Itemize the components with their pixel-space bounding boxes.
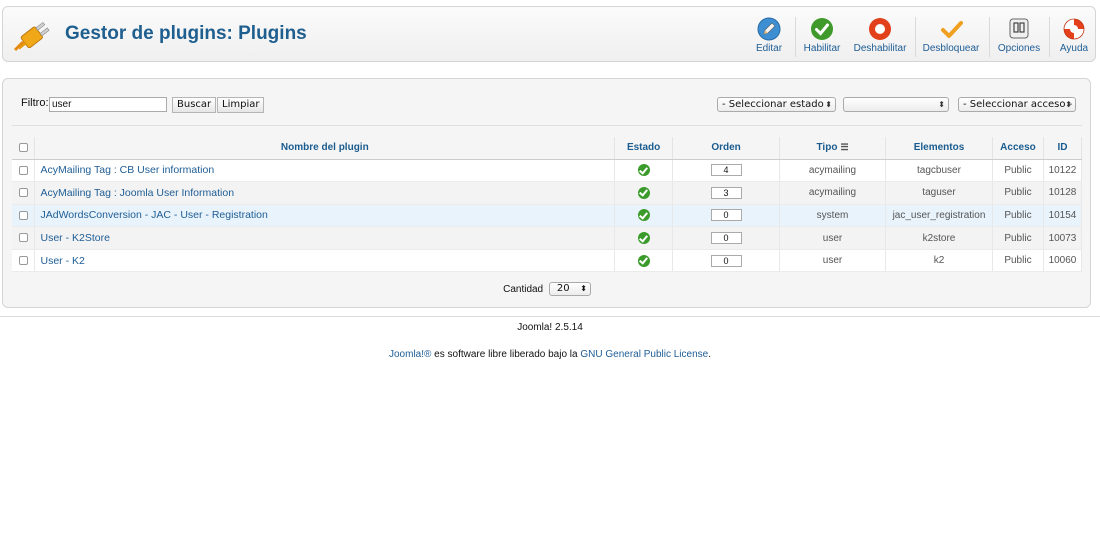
order-input[interactable] [710, 254, 742, 267]
order-input[interactable] [710, 164, 742, 177]
col-header-access[interactable]: Acceso [992, 137, 1044, 160]
select-all-checkbox[interactable] [18, 143, 28, 153]
content-divider [0, 316, 1100, 317]
plugin-type: system [779, 204, 886, 228]
col-header-id[interactable]: ID [1043, 137, 1083, 160]
sort-ascending-icon: ☰ [840, 142, 849, 153]
plugins-panel: Filtro: Buscar Limpiar - Seleccionar est… [2, 78, 1091, 308]
plugin-type: acymailing [779, 181, 886, 205]
plugin-id: 10122 [1043, 159, 1083, 183]
ring-icon [869, 18, 891, 40]
select-all-checkbox-cell [12, 137, 36, 160]
plugin-element: jac_user_registration [885, 204, 993, 228]
filter-divider [12, 125, 1082, 126]
checkmark-icon [941, 21, 963, 38]
plugin-name-link[interactable]: AcyMailing Tag : Joomla User Information [34, 181, 616, 205]
table-header-row: Nombre del plugin Estado Orden Tipo ☰ Ele… [12, 137, 1083, 160]
filter-search-input[interactable] [49, 97, 167, 112]
enabled-check-icon[interactable] [637, 232, 650, 245]
filter-label: Filtro: [21, 97, 49, 109]
plugin-plug-icon [13, 21, 50, 52]
plugin-type: user [779, 226, 886, 250]
row-checkbox[interactable] [18, 188, 28, 198]
filter-bar: Filtro: Buscar Limpiar - Seleccionar est… [12, 87, 1082, 123]
page-title: Gestor de plugins: Plugins [65, 23, 307, 44]
plugins-form: Filtro: Buscar Limpiar - Seleccionar est… [12, 87, 1083, 302]
joomla-link[interactable]: Joomla!® [389, 349, 431, 360]
order-input[interactable] [710, 186, 742, 199]
row-checkbox[interactable] [18, 165, 28, 175]
plugin-id: 10154 [1043, 204, 1083, 228]
disable-button[interactable]: Deshabilitar [853, 14, 907, 60]
plugin-type: acymailing [779, 159, 886, 183]
enable-button[interactable]: Habilitar [801, 14, 843, 60]
pencil-icon [757, 17, 781, 41]
col-header-type[interactable]: Tipo ☰ [779, 137, 886, 160]
plugin-access: Public [992, 159, 1044, 183]
options-button[interactable]: Opciones [997, 14, 1041, 60]
table-row: User - K2 user k2 Public 10060 [12, 249, 1083, 273]
plugin-name-link[interactable]: User - K2Store [34, 226, 616, 250]
enabled-check-icon[interactable] [637, 254, 650, 267]
plugin-name-link[interactable]: JAdWordsConversion - JAC - User - Regist… [34, 204, 616, 228]
clear-button[interactable]: Limpiar [217, 97, 265, 113]
help-button[interactable]: Ayuda [1055, 14, 1093, 60]
plugin-access: Public [992, 249, 1044, 273]
order-input[interactable] [710, 232, 742, 245]
select-arrows-icon: ⬍ [938, 100, 945, 109]
select-arrows-icon: ⬍ [825, 100, 832, 109]
state-select[interactable]: - Seleccionar estado - ⬍ [717, 97, 836, 112]
plugin-name-link[interactable]: User - K2 [34, 249, 616, 273]
order-input[interactable] [710, 209, 742, 222]
row-checkbox[interactable] [18, 210, 28, 220]
select-arrows-icon: ⬍ [580, 284, 587, 293]
enabled-check-icon[interactable] [637, 209, 650, 222]
unlock-button[interactable]: Desbloquear [921, 14, 981, 60]
col-header-elements[interactable]: Elementos [885, 137, 993, 160]
enabled-check-icon[interactable] [637, 164, 650, 177]
col-header-order[interactable]: Orden [672, 137, 781, 160]
select-arrows-icon: ⬍ [1065, 100, 1072, 109]
lifebuoy-icon [1063, 18, 1085, 40]
edit-button[interactable]: Editar [751, 14, 787, 60]
access-select[interactable]: - Seleccionar acceso - ⬍ [958, 97, 1076, 112]
type-select[interactable]: ⬍ [843, 97, 949, 112]
plugin-access: Public [992, 226, 1044, 250]
search-button[interactable]: Buscar [172, 97, 217, 113]
plugin-access: Public [992, 204, 1044, 228]
options-icon [1009, 18, 1029, 39]
table-row: AcyMailing Tag : CB User information acy… [12, 159, 1083, 183]
pagination-limit-select[interactable]: 20 ⬍ [548, 282, 591, 296]
plugin-name-link[interactable]: AcyMailing Tag : CB User information [34, 159, 616, 183]
enabled-check-icon[interactable] [637, 186, 650, 199]
footer-license: Joomla!® es software libre liberado bajo… [389, 349, 711, 360]
col-header-name[interactable]: Nombre del plugin [34, 137, 616, 160]
table-row: JAdWordsConversion - JAC - User - Regist… [12, 204, 1083, 228]
gpl-license-link[interactable]: GNU General Public License [580, 349, 708, 360]
plugin-id: 10073 [1043, 226, 1083, 250]
check-circle-icon [811, 18, 833, 40]
plugin-element: k2store [885, 226, 993, 250]
table-row: AcyMailing Tag : Joomla User Information… [12, 181, 1083, 205]
plugin-element: taguser [885, 181, 993, 205]
plugin-element: k2 [885, 249, 993, 273]
plugins-table: Nombre del plugin Estado Orden Tipo ☰ Ele… [12, 137, 1083, 273]
pagination-bar: Cantidad 20 ⬍ [12, 282, 1082, 302]
pagination-label: Cantidad [503, 283, 544, 295]
footer-version: Joomla! 2.5.14 [517, 322, 583, 333]
plugin-id: 10128 [1043, 181, 1083, 205]
row-checkbox[interactable] [18, 256, 28, 266]
table-row: User - K2Store user k2store Public 10073 [12, 226, 1083, 250]
plugin-type: user [779, 249, 886, 273]
col-header-state[interactable]: Estado [614, 137, 674, 160]
plugin-element: tagcbuser [885, 159, 993, 183]
row-checkbox[interactable] [18, 233, 28, 243]
toolbar: Gestor de plugins: Plugins Editar Habili… [2, 6, 1096, 62]
plugin-id: 10060 [1043, 249, 1083, 273]
plugin-access: Public [992, 181, 1044, 205]
